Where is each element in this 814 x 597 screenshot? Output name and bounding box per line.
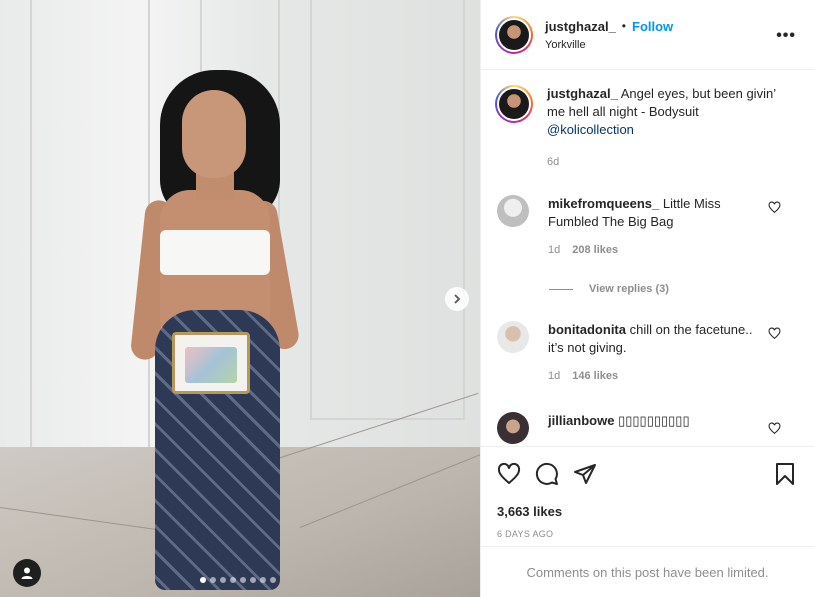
share-paper-plane-icon[interactable] [573, 462, 597, 486]
carousel-dot [220, 577, 226, 583]
comments-list: justghazal_ Angel eyes, but been givin’ … [481, 71, 814, 446]
carousel-next-button[interactable] [445, 287, 469, 311]
comments-limited-notice: Comments on this post have been limited. [481, 546, 814, 597]
more-options-icon[interactable]: ••• [776, 27, 796, 45]
comment-avatar[interactable] [497, 412, 529, 444]
like-comment-heart-icon[interactable] [768, 327, 781, 340]
post-location[interactable]: Yorkville [545, 39, 673, 51]
like-comment-heart-icon[interactable] [768, 422, 781, 435]
comment-likes[interactable]: 208 likes [572, 244, 618, 256]
follow-button[interactable]: Follow [632, 19, 673, 34]
comment-likes[interactable]: 146 likes [572, 370, 618, 382]
carousel-indicator [200, 577, 276, 583]
post-header: justghazal_ • Follow Yorkville ••• [481, 0, 814, 70]
post-actions: 3,663 likes 6 DAYS AGO [481, 446, 814, 546]
tagged-users-button[interactable] [13, 559, 41, 587]
caption-avatar[interactable] [495, 85, 533, 123]
view-replies-label: View replies (3) [589, 283, 669, 295]
author-avatar[interactable] [495, 15, 533, 54]
carousel-dot [260, 577, 266, 583]
separator-dot: • [621, 19, 626, 33]
caption-username[interactable]: justghazal_ [547, 86, 618, 101]
author-username[interactable]: justghazal_ [545, 19, 616, 34]
carousel-dot [200, 577, 206, 583]
save-bookmark-icon[interactable] [774, 462, 796, 486]
view-replies-button[interactable]: View replies (3) [549, 283, 669, 295]
like-heart-icon[interactable] [497, 462, 521, 486]
comment-username[interactable]: jillianbowe [548, 413, 614, 428]
comment-username[interactable]: mikefromqueens_ [548, 196, 659, 211]
likes-count[interactable]: 3,663 likes [497, 504, 562, 519]
comment-text: ▯▯▯▯▯▯▯▯▯▯ [614, 413, 690, 428]
comment-time[interactable]: 1d [548, 244, 560, 256]
comment-bubble-icon[interactable] [535, 462, 559, 486]
comment-item: bonitadonita chill on the facetune.. it’… [497, 321, 803, 382]
model-photo [120, 70, 310, 597]
post-date[interactable]: 6 DAYS AGO [497, 529, 553, 539]
comment-item: mikefromqueens_ Little Miss Fumbled The … [497, 195, 803, 256]
comment-username[interactable]: bonitadonita [548, 322, 626, 337]
carousel-dot [240, 577, 246, 583]
carousel-dot [250, 577, 256, 583]
caption-timestamp[interactable]: 6d [547, 153, 777, 171]
post-media[interactable] [0, 0, 480, 597]
comment-avatar[interactable] [497, 195, 529, 227]
wall-panel [310, 0, 465, 420]
caption-mention-link[interactable]: @kolicollection [547, 122, 634, 137]
post-sidebar: justghazal_ • Follow Yorkville ••• justg… [480, 0, 814, 597]
carousel-dot [270, 577, 276, 583]
comment-item: jillianbowe ▯▯▯▯▯▯▯▯▯▯ [497, 412, 803, 444]
carousel-dot [210, 577, 216, 583]
handbag [172, 332, 250, 394]
post-caption: justghazal_ Angel eyes, but been givin’ … [495, 85, 795, 171]
like-comment-heart-icon[interactable] [768, 201, 781, 214]
carousel-dot [230, 577, 236, 583]
chevron-right-icon [454, 294, 461, 304]
comment-avatar[interactable] [497, 321, 529, 353]
replies-line [549, 288, 573, 290]
comment-time[interactable]: 1d [548, 370, 560, 382]
user-icon [21, 567, 33, 579]
